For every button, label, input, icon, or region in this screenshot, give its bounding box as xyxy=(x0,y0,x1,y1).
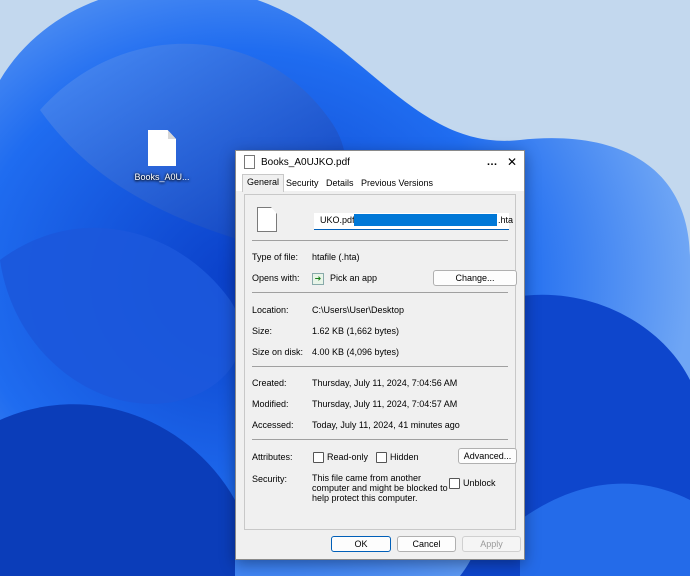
apply-button[interactable]: Apply xyxy=(462,536,521,552)
cancel-button[interactable]: Cancel xyxy=(397,536,456,552)
close-button[interactable]: ✕ xyxy=(502,154,522,170)
divider xyxy=(252,366,508,367)
type-value: htafile (.hta) xyxy=(312,252,360,262)
accessed-value: Today, July 11, 2024, 41 minutes ago xyxy=(312,420,460,430)
tab-previous-versions[interactable]: Previous Versions xyxy=(357,176,437,191)
filename-input[interactable]: UKO.pdf .hta xyxy=(314,213,513,230)
divider xyxy=(252,439,508,440)
unblock-label: Unblock xyxy=(463,478,496,488)
size-label: Size: xyxy=(252,326,273,336)
readonly-label: Read-only xyxy=(327,452,369,462)
filename-suffix: .hta xyxy=(498,215,514,225)
hidden-checkbox[interactable] xyxy=(376,452,387,463)
advanced-button[interactable]: Advanced... xyxy=(458,448,517,464)
unblock-checkbox[interactable] xyxy=(449,478,460,489)
type-label: Type of file: xyxy=(252,252,299,262)
filename-prefix: UKO.pdf xyxy=(320,215,355,225)
divider xyxy=(252,240,508,241)
security-text-line1: This file came from another xyxy=(312,473,422,483)
file-type-icon xyxy=(257,207,277,232)
modified-value: Thursday, July 11, 2024, 7:04:57 AM xyxy=(312,399,458,409)
tab-general[interactable]: General xyxy=(242,174,285,192)
opens-with-app: Pick an app xyxy=(330,273,378,283)
desktop-file-label: Books_A0U... xyxy=(134,172,190,182)
general-panel: UKO.pdf .hta Type of file: htafile (.hta… xyxy=(244,194,517,530)
modified-label: Modified: xyxy=(252,399,289,409)
location-value: C:\Users\User\Desktop xyxy=(312,305,405,315)
security-text-line3: help protect this computer. xyxy=(312,493,418,503)
opens-with-label: Opens with: xyxy=(252,273,300,283)
tab-security[interactable]: Security xyxy=(282,176,323,191)
help-button[interactable]: … xyxy=(482,154,502,170)
divider xyxy=(252,292,508,293)
filename-selection-highlight xyxy=(354,214,497,226)
opens-with-value: ➜ Pick an app xyxy=(312,272,377,285)
file-icon xyxy=(148,130,176,166)
ok-button[interactable]: OK xyxy=(331,536,391,552)
attributes-label: Attributes: xyxy=(252,452,293,462)
created-value: Thursday, July 11, 2024, 7:04:56 AM xyxy=(312,378,458,388)
document-icon xyxy=(244,155,255,169)
readonly-checkbox[interactable] xyxy=(313,452,324,463)
size-on-disk-label: Size on disk: xyxy=(252,347,304,357)
security-text-line2: computer and might be blocked to xyxy=(312,483,448,493)
tab-details[interactable]: Details xyxy=(322,176,358,191)
size-value: 1.62 KB (1,662 bytes) xyxy=(312,326,400,336)
accessed-label: Accessed: xyxy=(252,420,294,430)
location-label: Location: xyxy=(252,305,289,315)
title-bar[interactable]: Books_A0UJKO.pdf … ✕ xyxy=(236,151,524,173)
created-label: Created: xyxy=(252,378,287,388)
pick-app-icon: ➜ xyxy=(312,272,324,285)
hidden-label: Hidden xyxy=(390,452,419,462)
tab-strip: General Security Details Previous Versio… xyxy=(236,173,524,192)
properties-dialog: Books_A0UJKO.pdf … ✕ General Security De… xyxy=(235,150,525,560)
change-button[interactable]: Change... xyxy=(433,270,517,286)
size-on-disk-value: 4.00 KB (4,096 bytes) xyxy=(312,347,400,357)
window-title: Books_A0UJKO.pdf xyxy=(261,156,350,168)
desktop-file-icon[interactable]: Books_A0U... xyxy=(130,130,194,182)
security-label: Security: xyxy=(252,474,288,484)
